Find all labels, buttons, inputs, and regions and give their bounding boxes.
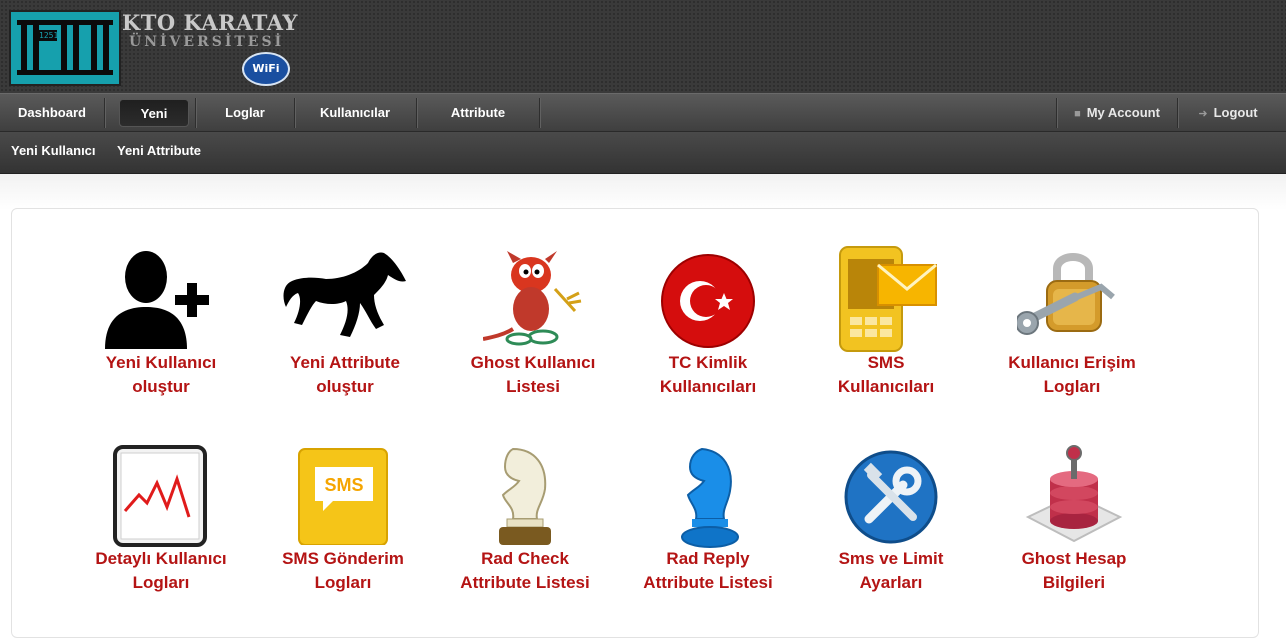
- sub-nav: Yeni Kullanıcı Yeni Attribute: [0, 132, 1286, 174]
- tile-label-line1: SMS: [867, 353, 905, 372]
- tile-label-line2: Kullanıcıları: [659, 377, 757, 396]
- wifi-icon: WiFi: [242, 52, 290, 86]
- tile-sms-limit[interactable]: Sms ve Limit Ayarları: [801, 445, 981, 615]
- line-chart-icon: [111, 445, 211, 547]
- main-nav: Dashboard Yeni Loglar Kullanıcılar Attri…: [0, 93, 1286, 132]
- tile-label-line2: Attribute Listesi: [643, 573, 773, 592]
- my-account-link[interactable]: ■ My Account: [1057, 94, 1177, 132]
- tile-label-line1: Detaylı Kullanıcı: [95, 549, 227, 568]
- tile-label-line2: Logları: [314, 573, 372, 592]
- tile-sms-gonderim[interactable]: SMS SMS Gönderim Logları: [253, 445, 433, 615]
- logo-title: KTO KARATAY: [122, 10, 298, 35]
- tile-label-line1: Ghost Kullanıcı: [470, 353, 596, 372]
- tile-sms-kullanicilari[interactable]: SMS Kullanıcıları: [796, 246, 976, 419]
- tile-detayli-kullanici[interactable]: Detaylı Kullanıcı Logları: [71, 445, 251, 615]
- tile-label-line2: Kullanıcıları: [837, 377, 935, 396]
- tile-label-line1: Rad Check: [481, 549, 569, 568]
- logout-label: Logout: [1213, 105, 1258, 120]
- sms-bubble-text: SMS: [324, 475, 363, 495]
- gate-emblem-icon: 1251: [9, 10, 121, 86]
- nav-kullanicilar[interactable]: Kullanıcılar: [295, 94, 415, 132]
- padlock-key-icon: [1015, 249, 1122, 349]
- daemon-mascot-icon: [482, 249, 583, 349]
- tile-label-line2: Ayarları: [859, 573, 923, 592]
- tile-label-line2: Bilgileri: [1042, 573, 1106, 592]
- tile-label-line1: Kullanıcı Erişim: [1008, 353, 1136, 372]
- tile-label-line2: Attribute Listesi: [460, 573, 590, 592]
- user-icon: ■: [1074, 108, 1081, 120]
- tile-label-line2: Listesi: [506, 377, 560, 396]
- sms-phone-icon: [836, 246, 937, 352]
- logo-tag: 1251: [39, 30, 59, 41]
- database-lock-icon: [1024, 445, 1124, 545]
- tile-tc-kimlik[interactable]: TC Kimlik Kullanıcıları: [618, 249, 798, 419]
- dashboard-panel: Yeni Kullanıcı oluştur Yeni Attribute ol…: [11, 208, 1259, 638]
- my-account-label: My Account: [1086, 105, 1160, 120]
- nav-yeni[interactable]: Yeni: [119, 99, 189, 127]
- nav-attribute[interactable]: Attribute: [417, 94, 539, 132]
- tools-icon: [841, 445, 941, 545]
- tile-label-line2: Logları: [132, 573, 190, 592]
- nav-loglar[interactable]: Loglar: [196, 94, 294, 132]
- university-logo[interactable]: 1251 KTO KARATAY ÜNİVERSİTESİ WiFi: [9, 8, 299, 88]
- subnav-yeni-kullanici[interactable]: Yeni Kullanıcı: [11, 132, 96, 172]
- tile-label-line1: Yeni Attribute: [290, 353, 400, 372]
- header: 1251 KTO KARATAY ÜNİVERSİTESİ WiFi: [0, 0, 1286, 93]
- tile-label-line1: Ghost Hesap: [1021, 549, 1127, 568]
- logo-subtitle: ÜNİVERSİTESİ: [129, 34, 285, 50]
- add-user-icon: [105, 249, 211, 349]
- sms-bubble-icon: SMS: [293, 445, 393, 546]
- subnav-yeni-attribute[interactable]: Yeni Attribute: [117, 132, 201, 172]
- tile-yeni-attribute[interactable]: Yeni Attribute oluştur: [255, 249, 435, 419]
- tile-rad-reply[interactable]: Rad Reply Attribute Listesi: [618, 445, 798, 615]
- logout-arrow-icon: ➜: [1198, 108, 1208, 120]
- tile-label-line1: TC Kimlik: [668, 353, 748, 372]
- tile-rad-check[interactable]: Rad Check Attribute Listesi: [435, 445, 615, 615]
- chess-knight-blue-icon: [658, 445, 758, 548]
- tile-label-line1: Sms ve Limit: [838, 549, 944, 568]
- logout-link[interactable]: ➜ Logout: [1178, 94, 1278, 132]
- tile-label-line2: oluştur: [316, 377, 374, 396]
- tile-yeni-kullanici[interactable]: Yeni Kullanıcı oluştur: [71, 249, 251, 419]
- tile-label-line1: Rad Reply: [666, 549, 750, 568]
- tile-label-line1: Yeni Kullanıcı: [105, 353, 217, 372]
- tile-ghost-kullanici[interactable]: Ghost Kullanıcı Listesi: [443, 249, 623, 419]
- tile-kullanici-erisim[interactable]: Kullanıcı Erişim Logları: [982, 249, 1162, 419]
- chess-knight-white-icon: [475, 445, 575, 545]
- horse-icon: [283, 249, 406, 349]
- header-shadow: [0, 174, 1286, 210]
- tile-ghost-hesap[interactable]: Ghost Hesap Bilgileri: [984, 445, 1164, 615]
- turkey-flag-icon: [658, 249, 758, 349]
- tile-label-line2: oluştur: [132, 377, 190, 396]
- tile-label-line2: Logları: [1043, 377, 1101, 396]
- nav-dashboard[interactable]: Dashboard: [0, 94, 104, 132]
- tile-label-line1: SMS Gönderim: [282, 549, 404, 568]
